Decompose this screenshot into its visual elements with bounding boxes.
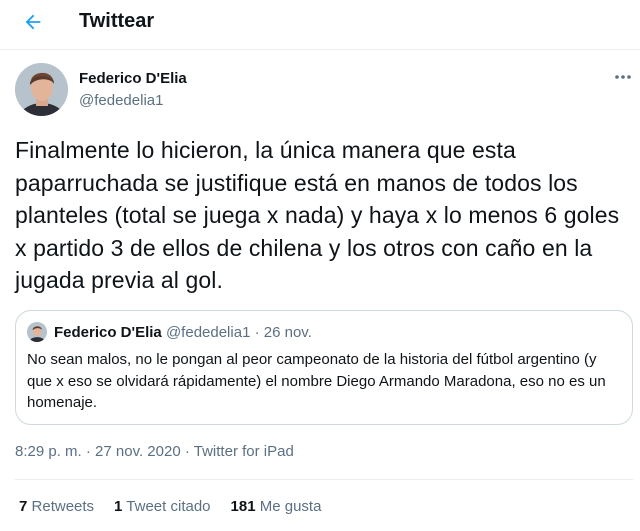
tweet-text: Finalmente lo hicieron, la única manera …	[15, 137, 620, 293]
more-options-button[interactable]	[610, 66, 636, 86]
quote-tweets-label: Tweet citado	[126, 498, 211, 515]
author-avatar[interactable]	[15, 63, 68, 116]
likes-count: 181	[230, 498, 256, 515]
more-horizontal-icon	[614, 67, 632, 85]
tweet-source[interactable]: Twitter for iPad	[194, 443, 294, 460]
tweet-date[interactable]: 27 nov. 2020	[95, 443, 181, 460]
likes-label: Me gusta	[259, 498, 322, 515]
top-bar: Twittear	[0, 0, 640, 50]
quoted-date: 26 nov.	[263, 324, 312, 341]
quoted-author-name: Federico D'Elia	[54, 324, 162, 341]
retweets-label: Retweets	[31, 498, 95, 515]
tweet-metadata: 8:29 p. m. · 27 nov. 2020 · Twitter for …	[15, 443, 294, 460]
tweet-time[interactable]: 8:29 p. m.	[15, 443, 82, 460]
quote-tweets-stat[interactable]: 1 Tweet citado	[114, 498, 210, 515]
quoted-author-avatar	[27, 322, 47, 342]
retweets-stat[interactable]: 7 Retweets	[19, 498, 94, 515]
retweets-count: 7	[19, 498, 28, 515]
author-handle[interactable]: @fededelia1	[79, 92, 163, 109]
quoted-separator: ·	[254, 324, 260, 341]
page-title: Twittear	[79, 10, 155, 32]
divider	[15, 479, 633, 480]
quoted-author-handle: @fededelia1	[165, 324, 251, 341]
quoted-tweet-text: No sean malos, no le pongan al peor camp…	[27, 351, 606, 411]
engagement-stats: 7 Retweets 1 Tweet citado 181 Me gusta	[19, 498, 321, 515]
author-name[interactable]: Federico D'Elia	[79, 70, 187, 87]
arrow-left-icon	[22, 11, 44, 38]
quoted-tweet-header: Federico D'Elia @fededelia1 · 26 nov.	[54, 324, 312, 341]
quoted-tweet-card[interactable]: Federico D'Elia @fededelia1 · 26 nov. No…	[15, 310, 633, 425]
meta-separator: ·	[184, 443, 190, 460]
quote-tweets-count: 1	[114, 498, 123, 515]
likes-stat[interactable]: 181 Me gusta	[231, 498, 322, 515]
meta-separator: ·	[85, 443, 91, 460]
back-button[interactable]	[16, 7, 50, 41]
